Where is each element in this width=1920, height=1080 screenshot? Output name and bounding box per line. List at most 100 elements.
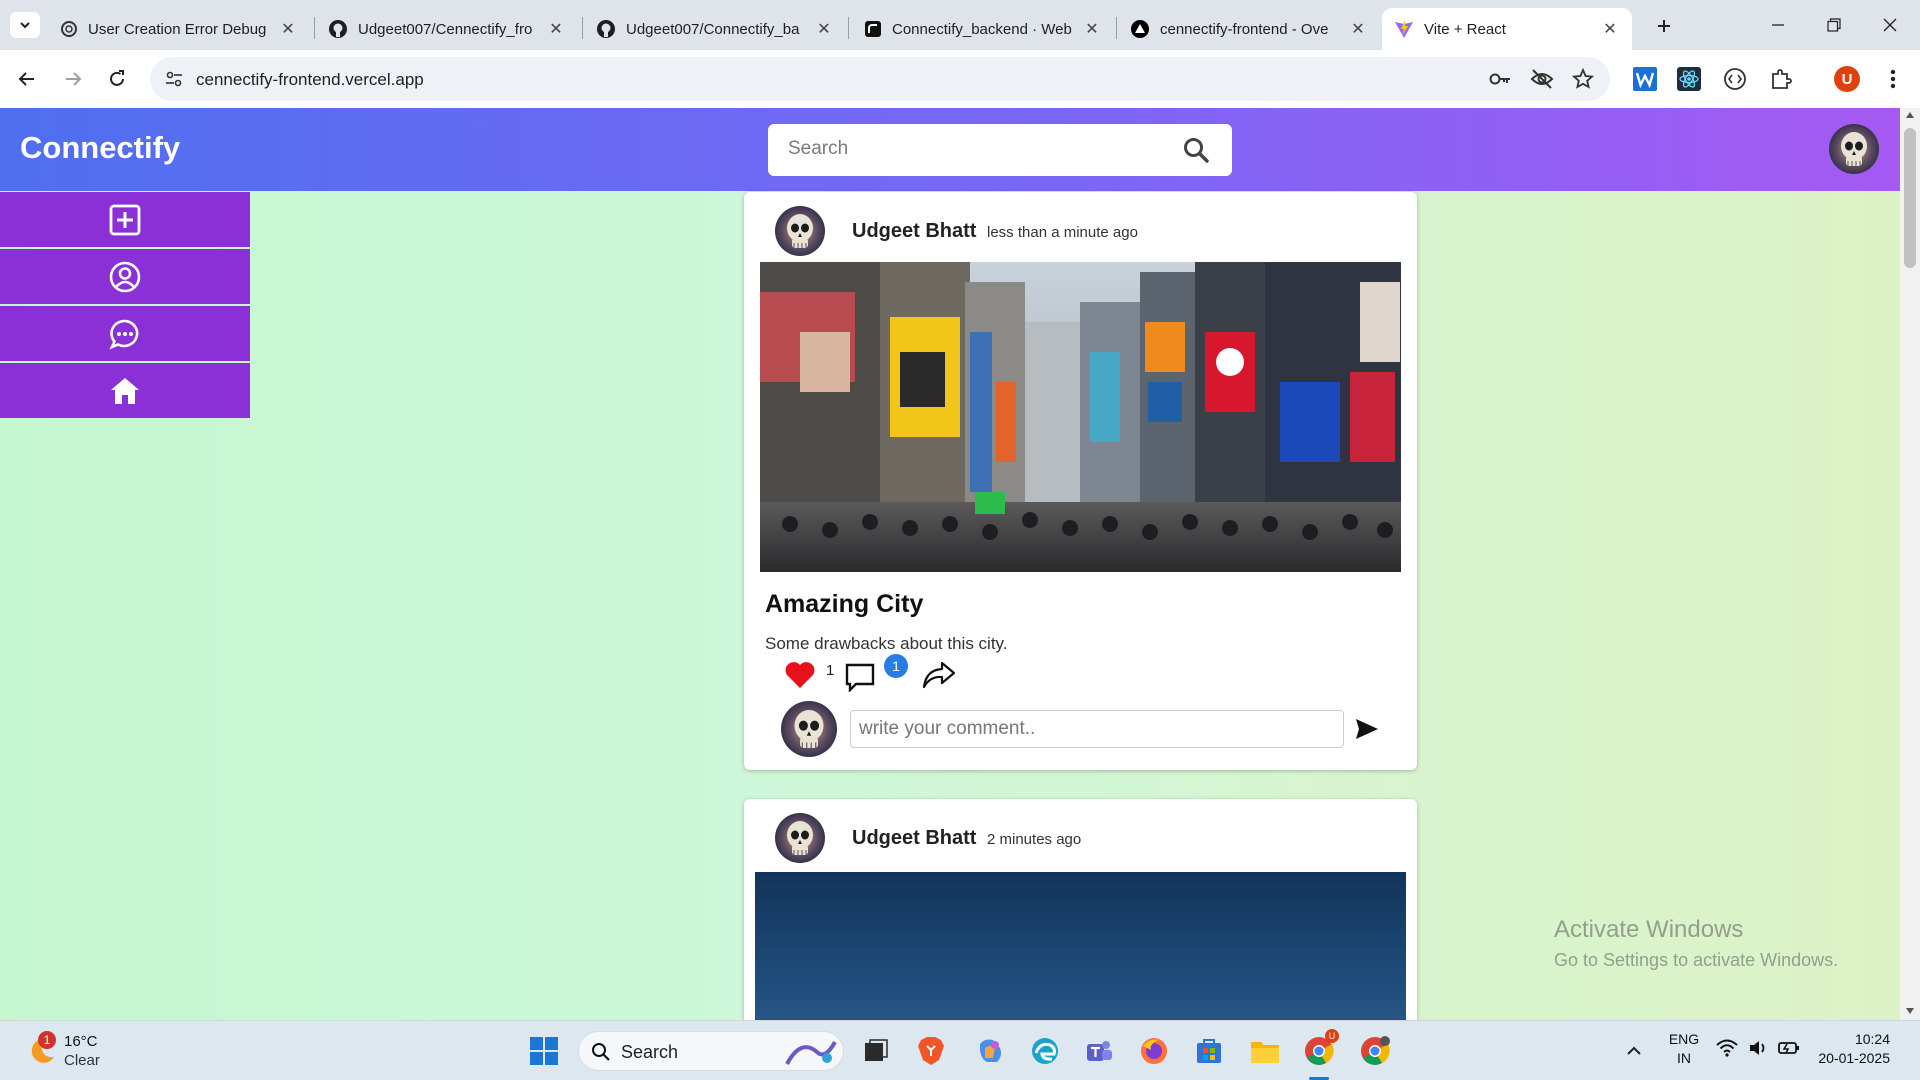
taskbar-firefox[interactable]: [1136, 1033, 1172, 1069]
search-icon: [592, 1043, 610, 1061]
wifi-icon: [1716, 1039, 1738, 1057]
close-icon[interactable]: ✕: [546, 19, 566, 39]
close-icon[interactable]: ✕: [1082, 19, 1102, 39]
tab-divider: [1116, 17, 1117, 39]
extension-w-button[interactable]: [1628, 62, 1662, 96]
profile-button[interactable]: U: [1830, 62, 1864, 96]
weather-badge-count: 1: [43, 1033, 51, 1047]
key-icon[interactable]: [1488, 68, 1512, 90]
extension-react-button[interactable]: [1672, 62, 1706, 96]
sidebar-item-messages[interactable]: [0, 306, 250, 361]
weather-temp: 16°C: [64, 1033, 98, 1050]
tab-5-title: cennectify-frontend - Ove: [1160, 20, 1329, 38]
home-icon: [111, 377, 139, 404]
close-icon[interactable]: ✕: [814, 19, 834, 39]
scroll-up-icon[interactable]: [1906, 112, 1914, 118]
address-bar[interactable]: cennectify-frontend.vercel.app: [150, 57, 1610, 101]
tray-overflow-button[interactable]: [1616, 1033, 1652, 1069]
taskbar-task-view[interactable]: [858, 1033, 894, 1069]
post-author-avatar[interactable]: [775, 813, 825, 863]
profile-avatar: U: [1834, 66, 1860, 92]
chrome-profile-initial: U: [1328, 1031, 1336, 1041]
profile-initial: U: [1841, 70, 1853, 88]
arrow-right-icon: [66, 72, 82, 86]
tab-5[interactable]: cennectify-frontend - Ove ✕: [1118, 8, 1380, 50]
tab-1-title: User Creation Error Debug: [88, 20, 267, 38]
language-indicator[interactable]: ENG IN: [1664, 1031, 1704, 1066]
send-icon[interactable]: [1354, 717, 1380, 741]
tab-2[interactable]: Udgeet007/Cennectify_fro ✕: [316, 8, 578, 50]
tab-4[interactable]: Connectify_backend · Web ✕: [852, 8, 1114, 50]
browser-menu-button[interactable]: [1876, 62, 1910, 96]
start-button[interactable]: [526, 1033, 562, 1069]
post-card: Udgeet Bhatt less than a minute ago Amaz…: [744, 192, 1417, 770]
clock[interactable]: 10:24 20-01-2025: [1810, 1031, 1890, 1066]
taskbar-copilot[interactable]: [972, 1033, 1008, 1069]
taskbar-search-label: Search: [621, 1042, 679, 1062]
back-button[interactable]: [10, 62, 44, 96]
tab-3[interactable]: Udgeet007/Connectify_ba ✕: [584, 8, 846, 50]
skull-avatar-icon: [775, 813, 825, 863]
restore-button[interactable]: [1806, 0, 1862, 50]
folder-icon: [1251, 1042, 1279, 1063]
post-author-name[interactable]: Udgeet Bhatt: [852, 220, 976, 243]
taskbar-chrome-active[interactable]: U: [1301, 1029, 1339, 1080]
windows-taskbar: 1 16°C Clear Search U ENG IN 10:24 20-01…: [0, 1020, 1920, 1080]
close-icon[interactable]: ✕: [278, 19, 298, 39]
share-icon[interactable]: [922, 660, 956, 690]
sidebar-item-create-post[interactable]: [0, 192, 250, 247]
tab-1[interactable]: User Creation Error Debug ✕: [48, 8, 310, 50]
extension-code-button[interactable]: [1718, 62, 1752, 96]
taskbar-brave[interactable]: [913, 1033, 949, 1069]
comment-input[interactable]: [850, 710, 1344, 748]
system-tray-icons[interactable]: [1716, 1039, 1800, 1057]
close-window-button[interactable]: [1862, 0, 1918, 50]
navbar-avatar[interactable]: [1829, 124, 1879, 174]
taskbar-search[interactable]: Search: [578, 1031, 844, 1071]
eye-off-icon[interactable]: [1530, 68, 1554, 90]
star-icon[interactable]: [1572, 68, 1594, 90]
minimize-button[interactable]: [1750, 0, 1806, 50]
comment-count: 1: [892, 658, 900, 674]
tab-3-title: Udgeet007/Connectify_ba: [626, 20, 800, 38]
tab-divider: [848, 17, 849, 39]
app-brand[interactable]: Connectify: [20, 130, 180, 166]
new-tab-button[interactable]: [1650, 12, 1678, 40]
tab-search-button[interactable]: [10, 12, 40, 38]
sidebar-item-home[interactable]: [0, 363, 250, 418]
search-input[interactable]: [788, 138, 1168, 160]
firefox-icon: [1141, 1038, 1167, 1064]
taskbar-file-explorer[interactable]: [1247, 1033, 1283, 1069]
skull-avatar-icon: [1829, 124, 1879, 174]
heart-icon[interactable]: [784, 660, 816, 690]
post-timestamp: 2 minutes ago: [987, 831, 1082, 848]
comment-icon[interactable]: [844, 662, 876, 692]
city-photo: [760, 262, 1401, 572]
comment-count-badge: 1: [884, 654, 908, 678]
post-author-name[interactable]: Udgeet Bhatt: [852, 827, 976, 850]
forward-button[interactable]: [56, 62, 90, 96]
url-text[interactable]: cennectify-frontend.vercel.app: [196, 70, 424, 90]
edge-icon: [1032, 1038, 1058, 1064]
weather-desc: Clear: [64, 1052, 100, 1069]
reload-button[interactable]: [100, 62, 134, 96]
taskbar-edge[interactable]: [1027, 1033, 1063, 1069]
taskbar-store[interactable]: [1191, 1033, 1227, 1069]
search-icon[interactable]: [1182, 136, 1210, 164]
site-info-icon[interactable]: [164, 69, 184, 89]
sidebar-item-profile[interactable]: [0, 249, 250, 304]
commenter-avatar: [781, 701, 837, 757]
post-author-avatar[interactable]: [775, 206, 825, 256]
scroll-down-icon[interactable]: [1906, 1008, 1914, 1014]
restore-icon: [1827, 18, 1841, 32]
post-title: Amazing City: [765, 590, 924, 618]
weather-widget[interactable]: 1 16°C Clear: [22, 1031, 142, 1071]
tab-6-active[interactable]: Vite + React ✕: [1382, 8, 1632, 50]
post-card: Udgeet Bhatt 2 minutes ago: [744, 799, 1417, 1020]
taskbar-teams[interactable]: [1081, 1033, 1117, 1069]
close-icon[interactable]: ✕: [1348, 19, 1368, 39]
scrollbar-thumb[interactable]: [1904, 128, 1916, 268]
taskbar-chrome-secondary[interactable]: [1357, 1033, 1393, 1069]
close-icon[interactable]: ✕: [1600, 19, 1620, 39]
extensions-button[interactable]: [1764, 62, 1798, 96]
